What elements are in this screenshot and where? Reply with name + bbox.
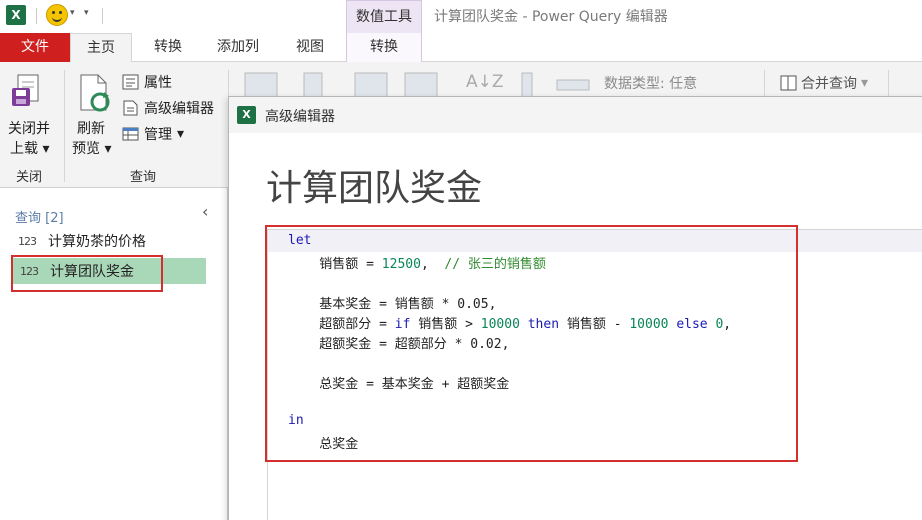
advanced-editor-label[interactable]: 高级编辑器	[144, 98, 214, 118]
smiley-dropdown-icon[interactable]: ▾	[70, 8, 75, 18]
context-tab-header: 数值工具	[346, 0, 422, 33]
title-bar: X ▾ ▾ 数值工具 计算团队奖金 - Power Query 编辑器	[0, 0, 922, 33]
refresh-preview-label-2-text[interactable]: 预览	[72, 141, 100, 157]
merge-queries-button[interactable]: 合并查询 ▾	[780, 73, 868, 93]
query-name-heading: 计算团队奖金	[266, 168, 483, 209]
excel-icon: X	[237, 106, 256, 124]
merge-queries-label[interactable]: 合并查询	[801, 73, 857, 93]
data-type-selector[interactable]: 数据类型: 任意	[604, 73, 697, 93]
manage-dropdown-icon[interactable]: ▾	[177, 126, 184, 142]
excel-icon[interactable]: X	[6, 5, 26, 25]
manage-label[interactable]: 管理	[144, 124, 172, 144]
tab-view[interactable]: 视图	[280, 33, 340, 62]
properties-label[interactable]: 属性	[144, 72, 172, 92]
dialog-title: 高级编辑器	[265, 109, 335, 125]
power-query-editor-window: X ▾ ▾ 数值工具 计算团队奖金 - Power Query 编辑器 文件 主…	[0, 0, 922, 520]
quick-access-divider	[36, 8, 37, 24]
ribbon-group-divider	[64, 70, 65, 182]
queries-header: 查询 [2]	[15, 211, 64, 226]
dialog-title-bar: X 高级编辑器	[229, 97, 922, 133]
annotation-highlight-box	[265, 225, 798, 462]
tab-add-column[interactable]: 添加列	[206, 33, 270, 62]
merge-queries-dropdown-icon[interactable]: ▾	[861, 75, 868, 91]
merge-queries-icon	[780, 75, 797, 91]
advanced-editor-icon	[123, 100, 138, 116]
tab-home[interactable]: 主页	[70, 33, 132, 63]
tab-context-transform[interactable]: 转换	[346, 33, 422, 62]
manage-button[interactable]: 管理 ▾	[122, 124, 184, 144]
smiley-icon[interactable]	[46, 4, 68, 26]
properties-button[interactable]: 属性	[122, 72, 172, 92]
number-type-icon: 123	[18, 234, 37, 248]
queries-pane: 查询 [2] ‹ 123 计算奶茶的价格 123 计算团队奖金	[0, 188, 228, 520]
ribbon-tabs: 文件 主页 转换 添加列 视图 转换	[0, 33, 922, 63]
refresh-preview-icon[interactable]	[78, 74, 112, 114]
window-title: 计算团队奖金 - Power Query 编辑器	[434, 9, 668, 25]
close-and-load-icon[interactable]	[10, 74, 42, 110]
tab-file[interactable]: 文件	[0, 33, 70, 62]
query-item-label[interactable]: 计算奶茶的价格	[48, 231, 146, 251]
query-item[interactable]: 123 计算奶茶的价格	[18, 228, 146, 254]
properties-icon	[122, 74, 139, 90]
quick-access-divider-2	[102, 8, 103, 24]
close-and-load-label-2-text[interactable]: 上载	[10, 141, 38, 157]
advanced-editor-dialog: X 高级编辑器 计算团队奖金 let 销售额 = 12500, // 张三的销售…	[228, 96, 922, 520]
query-group-label: 查询	[130, 170, 157, 185]
refresh-preview-label-2[interactable]: 预览 ▾	[72, 138, 111, 158]
tab-transform[interactable]: 转换	[138, 33, 198, 62]
close-and-load-label-1[interactable]: 关闭并	[8, 118, 50, 138]
close-group-label: 关闭	[16, 170, 43, 185]
advanced-editor-button[interactable]: 高级编辑器	[122, 98, 214, 118]
annotation-highlight-box	[11, 255, 163, 292]
manage-icon	[122, 127, 139, 141]
close-and-load-label-2[interactable]: 上载 ▾	[10, 138, 49, 158]
refresh-preview-label-1[interactable]: 刷新	[77, 118, 105, 138]
collapse-pane-icon[interactable]: ‹	[202, 202, 208, 221]
customize-quick-access-icon[interactable]: ▾	[84, 8, 89, 18]
